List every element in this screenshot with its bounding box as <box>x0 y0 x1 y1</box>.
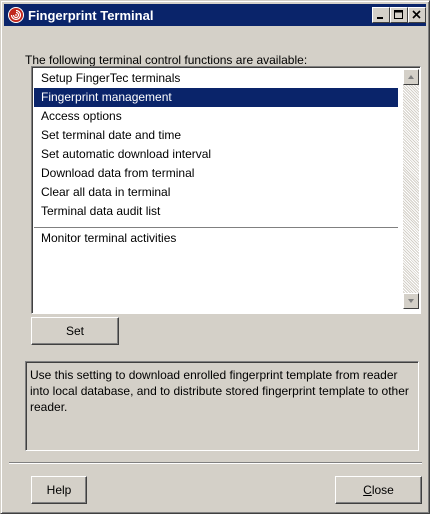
vertical-scrollbar[interactable] <box>403 69 419 309</box>
list-item-access-options[interactable]: Access options <box>34 107 398 126</box>
scroll-up-button[interactable] <box>403 69 419 85</box>
window-title: Fingerprint Terminal <box>28 8 154 23</box>
close-button[interactable]: Close <box>335 476 422 504</box>
bottom-divider <box>9 462 422 464</box>
close-label-rest: lose <box>371 483 394 497</box>
list-item-download-data[interactable]: Download data from terminal <box>34 164 398 183</box>
set-button[interactable]: Set <box>31 317 119 345</box>
list-item-fingerprint-management[interactable]: Fingerprint management <box>34 88 398 107</box>
functions-caption: The following terminal control functions… <box>25 53 308 67</box>
function-description: Use this setting to download enrolled fi… <box>25 361 419 451</box>
functions-list: Setup FingerTec terminals Fingerprint ma… <box>34 69 398 248</box>
minimize-icon <box>377 17 383 19</box>
title-bar[interactable]: Fingerprint Terminal <box>4 4 426 26</box>
scroll-up-arrow-icon <box>408 75 414 79</box>
maximize-button[interactable] <box>390 7 408 23</box>
list-item-set-auto-download-interval[interactable]: Set automatic download interval <box>34 145 398 164</box>
functions-listbox[interactable]: Setup FingerTec terminals Fingerprint ma… <box>31 66 421 314</box>
list-item-clear-all-data[interactable]: Clear all data in terminal <box>34 183 398 202</box>
minimize-button[interactable] <box>372 7 390 23</box>
close-mnemonic: C <box>363 483 372 497</box>
fingerprint-app-icon <box>8 7 24 23</box>
maximize-icon <box>394 10 403 19</box>
list-item-terminal-data-audit-list[interactable]: Terminal data audit list <box>34 202 398 221</box>
scroll-down-arrow-icon <box>408 299 414 303</box>
list-item-setup-fingertec-terminals[interactable]: Setup FingerTec terminals <box>34 69 398 88</box>
close-window-button[interactable] <box>408 7 426 23</box>
help-button[interactable]: Help <box>31 476 87 504</box>
list-item-monitor-terminal-activities[interactable]: Monitor terminal activities <box>34 227 398 248</box>
scroll-down-button[interactable] <box>403 293 419 309</box>
fingerprint-terminal-window: Fingerprint Terminal The following termi… <box>0 0 430 514</box>
list-item-set-terminal-date-time[interactable]: Set terminal date and time <box>34 126 398 145</box>
close-icon <box>412 10 421 19</box>
